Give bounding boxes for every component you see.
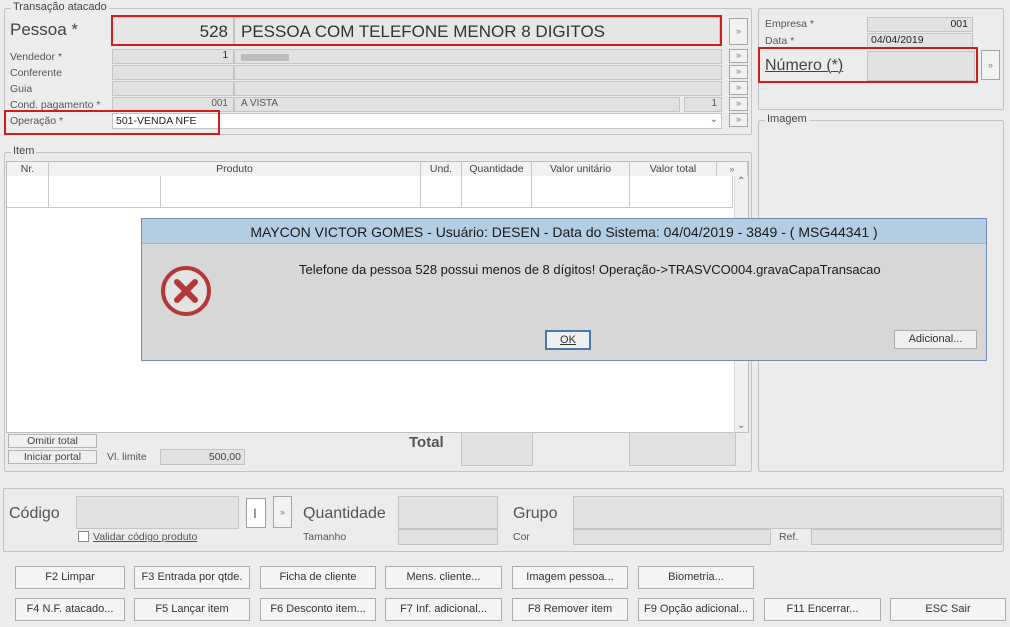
grupo-field: [573, 496, 1002, 529]
table-cell: [462, 176, 532, 208]
table-cell: [161, 176, 421, 208]
table-cell: [532, 176, 630, 208]
f8-remover-item-button[interactable]: F8 Remover item: [512, 598, 628, 621]
vl-limite-field: 500,00: [160, 449, 245, 465]
conferente-lookup-button[interactable]: »: [729, 65, 748, 79]
grupo-label: Grupo: [513, 505, 558, 522]
ref-label: Ref.: [779, 531, 799, 543]
col-quantidade[interactable]: Quantidade: [462, 162, 532, 176]
vendedor-label: Vendedor *: [10, 51, 62, 63]
mens-cliente-button[interactable]: Mens. cliente...: [385, 566, 502, 589]
transacao-legend: Transação atacado: [11, 1, 109, 13]
pessoa-highlight: [111, 15, 722, 46]
table-cell: [49, 176, 161, 208]
tamanho-label: Tamanho: [303, 531, 347, 543]
conferente-name-field: [234, 65, 722, 80]
guia-code-field[interactable]: [112, 81, 234, 96]
esc-sair-button[interactable]: ESC Sair: [890, 598, 1006, 621]
col-und[interactable]: Und.: [421, 162, 462, 176]
cor-label: Cor: [513, 531, 530, 543]
col-valor-unitario[interactable]: Valor unitário: [532, 162, 630, 176]
codigo-field[interactable]: [76, 496, 239, 529]
col-settings-button[interactable]: »: [717, 162, 748, 176]
cond-pagamento-name-field: A VISTA: [234, 97, 680, 112]
numero-lookup-button[interactable]: »: [981, 50, 1000, 80]
chevron-down-icon[interactable]: ⌄: [710, 114, 718, 125]
operacao-lookup-button[interactable]: »: [729, 113, 748, 127]
ficha-cliente-button[interactable]: Ficha de cliente: [260, 566, 376, 589]
empresa-field: 001: [867, 17, 973, 32]
guia-label: Guia: [10, 83, 33, 95]
imagem-legend: Imagem: [765, 113, 809, 125]
dialog-ok-button[interactable]: OK: [545, 330, 591, 350]
empresa-label: Empresa *: [765, 18, 815, 30]
dialog-title: MAYCON VICTOR GOMES - Usuário: DESEN - D…: [250, 224, 878, 240]
validar-codigo-label: Validar código produto: [93, 531, 198, 543]
vendedor-name-field: [234, 49, 722, 64]
validar-codigo-checkbox[interactable]: [78, 531, 89, 542]
dialog-adicional-button[interactable]: Adicional...: [894, 330, 977, 349]
f9-opcao-adicional-button[interactable]: F9 Opção adicional...: [638, 598, 754, 621]
tamanho-field: [398, 529, 498, 545]
scroll-up-icon[interactable]: ⌃: [737, 176, 745, 187]
cond-pagamento-parcelas-field[interactable]: 1: [684, 97, 722, 112]
imagem-pessoa-button[interactable]: Imagem pessoa...: [512, 566, 628, 589]
total-valor-field: [629, 432, 736, 466]
data-field: 04/04/2019: [867, 33, 973, 48]
codigo-lookup-button[interactable]: »: [273, 496, 292, 528]
iniciar-portal-button[interactable]: Iniciar portal: [8, 450, 97, 464]
table-row[interactable]: [7, 176, 49, 208]
vendedor-lookup-button[interactable]: »: [729, 49, 748, 63]
pessoa-label: Pessoa *: [10, 20, 79, 39]
vl-limite-label: Vl. limite: [107, 451, 147, 463]
vendedor-code-field[interactable]: 1: [112, 49, 234, 64]
guia-name-field: [234, 81, 722, 96]
pessoa-lookup-button[interactable]: »: [729, 18, 748, 45]
total-quantidade-field: [461, 432, 533, 466]
guia-lookup-button[interactable]: »: [729, 81, 748, 95]
total-label: Total: [409, 434, 444, 451]
biometria-button[interactable]: Biometria...: [638, 566, 754, 589]
dialog-message: Telefone da pessoa 528 possui menos de 8…: [299, 262, 881, 277]
f2-limpar-button[interactable]: F2 Limpar: [15, 566, 125, 589]
dialog-title-bar[interactable]: MAYCON VICTOR GOMES - Usuário: DESEN - D…: [142, 219, 986, 244]
operacao-highlight: [4, 110, 220, 135]
numero-highlight: [758, 47, 978, 83]
cond-pagamento-lookup-button[interactable]: »: [729, 97, 748, 111]
quantidade-field[interactable]: [398, 496, 498, 529]
f3-entrada-qtde-button[interactable]: F3 Entrada por qtde.: [134, 566, 250, 589]
conferente-label: Conferente: [10, 67, 62, 79]
conferente-code-field[interactable]: [112, 65, 234, 80]
f5-lancar-item-button[interactable]: F5 Lançar item: [134, 598, 250, 621]
col-valor-total[interactable]: Valor total: [630, 162, 717, 176]
omitir-total-button[interactable]: Omitir total: [8, 434, 97, 448]
error-dialog: MAYCON VICTOR GOMES - Usuário: DESEN - D…: [141, 218, 987, 361]
vendedor-name-redacted: [241, 54, 289, 61]
ref-field: [811, 529, 1002, 545]
f6-desconto-item-button[interactable]: F6 Desconto item...: [260, 598, 376, 621]
scroll-down-icon[interactable]: ⌄: [737, 420, 745, 431]
cor-field: [573, 529, 771, 545]
codigo-mode-indicator[interactable]: I: [246, 498, 266, 528]
error-icon: [161, 266, 211, 316]
table-cell: [630, 176, 733, 208]
f4-nf-atacado-button[interactable]: F4 N.F. atacado...: [15, 598, 125, 621]
f11-encerrar-button[interactable]: F11 Encerrar...: [764, 598, 881, 621]
col-produto[interactable]: Produto: [49, 162, 421, 176]
f7-inf-adicional-button[interactable]: F7 Inf. adicional...: [385, 598, 502, 621]
item-legend: Item: [11, 145, 37, 157]
col-nr[interactable]: Nr.: [7, 162, 49, 176]
codigo-label: Código: [9, 505, 60, 522]
table-cell: [421, 176, 462, 208]
quantidade-label: Quantidade: [303, 505, 386, 522]
data-label: Data *: [765, 35, 795, 47]
